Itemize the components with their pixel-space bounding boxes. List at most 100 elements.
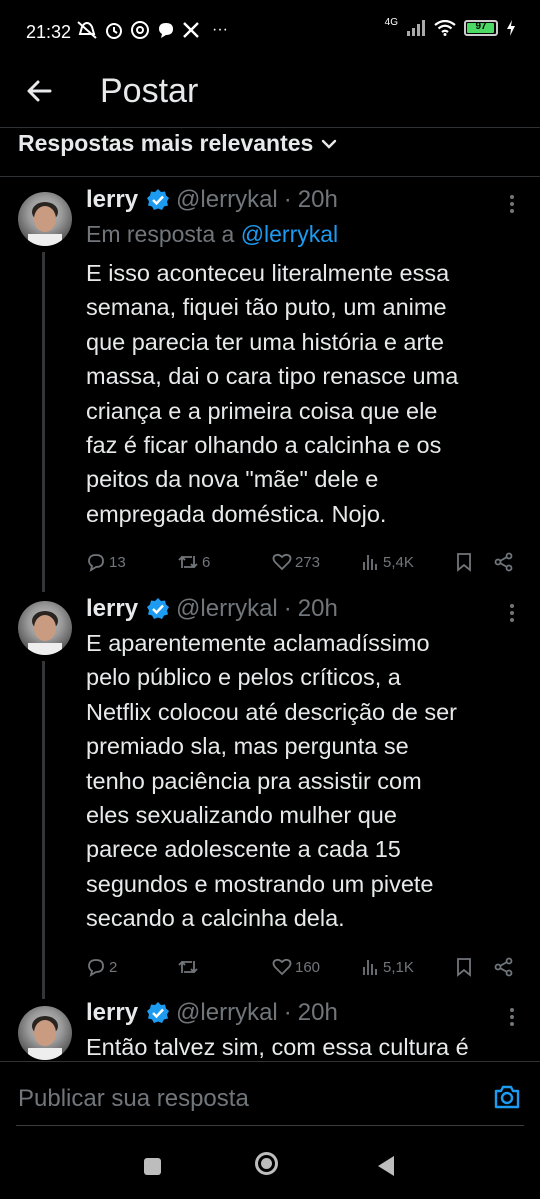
reply-icon xyxy=(88,959,104,977)
tweet-text: Então talvez sim, com essa cultura é xyxy=(86,1030,526,1061)
reply-prefix: Em resposta a xyxy=(86,221,235,247)
signal-icon xyxy=(407,20,425,36)
battery-level: 97 xyxy=(475,21,487,32)
tweet-text: E isso aconteceu literalmente essa seman… xyxy=(86,256,526,531)
sort-dropdown[interactable]: Respostas mais relevantes xyxy=(18,130,337,157)
reply-input[interactable]: Publicar sua resposta xyxy=(18,1085,249,1113)
header-divider xyxy=(0,127,540,128)
tweet-actions: 13 6 273 5,4K xyxy=(0,551,540,575)
text-line: secando a calcinha dela. xyxy=(86,905,345,932)
text-line: Netflix colocou até descrição de ser xyxy=(86,698,457,725)
timestamp[interactable]: 20h xyxy=(298,186,338,214)
text-line: peitos da nova "mãe" dele e xyxy=(86,466,379,493)
system-back-button[interactable] xyxy=(376,1155,396,1182)
display-name[interactable]: lerry xyxy=(86,999,138,1027)
verified-icon xyxy=(147,598,170,619)
reply-count: 2 xyxy=(109,958,118,976)
more-icon xyxy=(510,604,514,622)
bookmark-button[interactable] xyxy=(456,552,472,572)
like-icon xyxy=(272,553,292,571)
user-handle[interactable]: @lerrykal xyxy=(176,595,278,623)
home-button[interactable] xyxy=(255,1152,278,1175)
like-button[interactable]: 160 xyxy=(272,957,320,977)
share-icon xyxy=(494,957,513,977)
bookmark-icon xyxy=(457,958,471,977)
avatar-photo-icon xyxy=(28,611,62,655)
chat-icon xyxy=(159,23,173,38)
compose-divider xyxy=(0,1061,540,1062)
like-count: 273 xyxy=(295,553,321,571)
timestamp[interactable]: 20h xyxy=(298,999,338,1027)
camera-button[interactable] xyxy=(493,1084,521,1115)
thread-line xyxy=(42,252,45,592)
like-count: 160 xyxy=(295,958,321,976)
text-line: E aparentemente aclamadíssimo xyxy=(86,630,430,656)
status-notification-icons: ··· xyxy=(76,20,228,40)
views-button[interactable]: 5,4K xyxy=(362,552,414,572)
recents-button[interactable] xyxy=(144,1158,161,1175)
text-line: empregada doméstica. Nojo. xyxy=(86,500,387,527)
tweet-text: E aparentemente aclamadíssimo pelo públi… xyxy=(86,626,526,936)
text-line: que parecia ter uma história e arte xyxy=(86,328,444,355)
bookmark-button[interactable] xyxy=(456,957,472,977)
user-handle[interactable]: @lerrykal xyxy=(176,186,278,214)
reply-context: Em resposta a @lerrykal xyxy=(86,221,338,248)
text-line: Então talvez sim, com essa cultura é xyxy=(86,1034,469,1060)
views-icon xyxy=(363,960,377,975)
text-line: parece adolescente a cada 15 xyxy=(86,836,401,863)
avatar[interactable] xyxy=(18,601,72,655)
retweet-icon xyxy=(178,960,198,974)
back-button[interactable] xyxy=(22,74,56,108)
views-count: 5,4K xyxy=(383,553,414,571)
display-name[interactable]: lerry xyxy=(86,186,138,214)
reply-icon xyxy=(88,554,104,572)
text-line: premiado sla, mas pergunta se xyxy=(86,733,409,760)
display-name[interactable]: lerry xyxy=(86,595,138,623)
more-options-button[interactable] xyxy=(505,602,519,629)
share-button[interactable] xyxy=(494,552,514,572)
timestamp[interactable]: 20h xyxy=(298,595,338,623)
retweet-button[interactable] xyxy=(177,957,202,977)
retweet-count: 6 xyxy=(202,553,211,571)
x-logo-icon xyxy=(183,22,199,38)
reply-button[interactable]: 2 xyxy=(86,957,117,977)
separator-dot: · xyxy=(283,595,292,622)
sort-label: Respostas mais relevantes xyxy=(18,130,314,156)
like-button[interactable]: 273 xyxy=(272,552,320,572)
page-title: Postar xyxy=(100,72,199,110)
text-line: semana, fiquei tão puto, um anime xyxy=(86,294,447,321)
camera-icon xyxy=(494,1085,520,1109)
more-options-button[interactable] xyxy=(505,193,519,220)
tweet-header: lerry @lerrykal · 20h xyxy=(86,999,338,1027)
more-options-button[interactable] xyxy=(505,1006,519,1033)
text-line: segundos e mostrando um pivete xyxy=(86,870,434,897)
more-icon xyxy=(510,195,514,213)
network-label: 4G xyxy=(384,16,398,28)
share-icon xyxy=(494,552,513,572)
back-arrow-icon xyxy=(27,80,52,102)
avatar[interactable] xyxy=(18,1006,72,1060)
compose-underline xyxy=(16,1125,524,1126)
share-button[interactable] xyxy=(494,957,514,977)
user-handle[interactable]: @lerrykal xyxy=(176,999,278,1027)
tweet-actions: 2 160 5,1K xyxy=(0,956,540,980)
text-line: faz é ficar olhando a calcinha e os xyxy=(86,432,442,459)
triangle-back-icon xyxy=(378,1156,394,1176)
views-button[interactable]: 5,1K xyxy=(362,957,414,977)
tweet-header: lerry @lerrykal · 20h xyxy=(86,186,338,214)
chevron-down-icon xyxy=(322,139,337,149)
avatar[interactable] xyxy=(18,192,72,246)
text-line: tenho paciência pra assistir com xyxy=(86,767,422,794)
tweet-header: lerry @lerrykal · 20h xyxy=(86,595,338,623)
like-icon xyxy=(272,958,292,976)
home-dot xyxy=(261,1158,272,1169)
mute-icon xyxy=(77,21,97,39)
bookmark-icon xyxy=(457,553,471,572)
reply-button[interactable]: 13 xyxy=(86,552,126,572)
reply-count: 13 xyxy=(109,553,126,571)
text-line: E isso aconteceu literalmente essa xyxy=(86,260,450,286)
battery-icon: 97 xyxy=(464,20,498,36)
reply-handle-link[interactable]: @lerrykal xyxy=(241,221,338,247)
retweet-button[interactable]: 6 xyxy=(177,552,210,572)
text-line: eles sexualizando mulher que xyxy=(86,802,397,829)
